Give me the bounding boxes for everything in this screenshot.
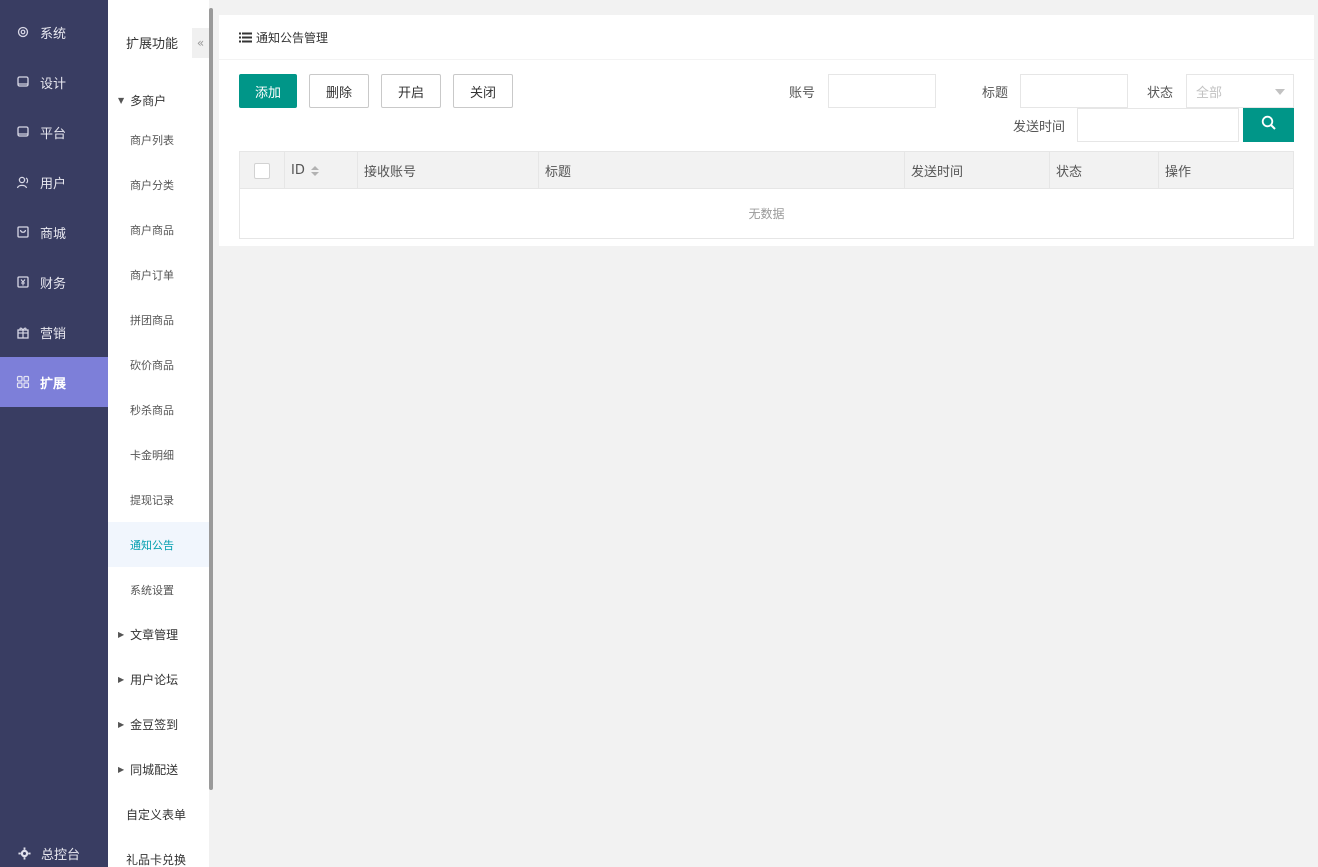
subnav-item-group-buy-goods[interactable]: 拼团商品: [108, 297, 209, 342]
table-empty-text: 无数据: [748, 207, 785, 221]
nav-item-label: 用户: [40, 176, 67, 192]
page-title: 通知公告管理: [256, 30, 329, 45]
title-label: 标题: [982, 86, 1009, 101]
subnav-group-delivery[interactable]: ▶ 同城配送: [108, 747, 209, 792]
nav-item-marketing[interactable]: 营销: [0, 307, 108, 357]
column-header-account: 接收账号: [358, 152, 539, 189]
sub-sidebar: 扩展功能 « ▼ 多商户 商户列表 商户分类 商户商品 商户订单 拼团商品 砍价…: [108, 0, 209, 867]
shop-icon: [16, 225, 30, 239]
subnav-group-merchant[interactable]: ▼ 多商户: [108, 84, 209, 117]
status-select-value: 全部: [1196, 85, 1223, 101]
nav-item-platform[interactable]: 平台: [0, 107, 108, 157]
subnav-item-withdraw-records[interactable]: 提现记录: [108, 477, 209, 522]
cog-icon: [18, 846, 31, 860]
title-input[interactable]: [1020, 74, 1128, 108]
column-header-status: 状态: [1050, 152, 1159, 189]
nav-item-label: 商城: [40, 226, 67, 242]
search-icon: [1261, 115, 1277, 135]
sidebar-scrollbar[interactable]: [209, 8, 213, 790]
caret-right-icon: ▶: [118, 675, 125, 684]
subnav-group-label: 多商户: [130, 94, 167, 108]
dashboard-label: 总控台: [41, 847, 81, 863]
select-all-cell: [240, 152, 285, 189]
column-header-actions: 操作: [1165, 165, 1192, 180]
nav-item-label: 平台: [40, 126, 67, 142]
sort-icon[interactable]: [310, 165, 319, 176]
subnav-group-forum[interactable]: ▶ 用户论坛: [108, 657, 209, 702]
subnav-group-checkin[interactable]: ▶ 金豆签到: [108, 702, 209, 747]
subnav-item-merchant-goods[interactable]: 商户商品: [108, 207, 209, 252]
subnav-item-card-details[interactable]: 卡金明细: [108, 432, 209, 477]
column-header-send-time: 发送时间: [905, 152, 1050, 189]
subnav-item-gift-card[interactable]: 礼品卡兑换: [108, 837, 209, 867]
nav-item-label: 设计: [40, 76, 67, 92]
list-icon: [239, 32, 252, 43]
top-strip: [213, 0, 1318, 8]
nav-item-extension[interactable]: 扩展: [0, 357, 108, 407]
send-time-label: 发送时间: [1013, 120, 1066, 135]
finance-icon: [16, 275, 30, 289]
nav-item-label: 营销: [40, 326, 67, 342]
table-header: ID 接收账号 标题 发送时间 状态 操作: [240, 152, 1293, 189]
notice-table: ID 接收账号 标题 发送时间 状态 操作 无数据: [239, 151, 1294, 239]
nav-item-shop[interactable]: 商城: [0, 207, 108, 257]
enable-button[interactable]: 开启: [381, 74, 441, 108]
nav-item-label: 系统: [40, 26, 67, 42]
caret-right-icon: ▶: [118, 630, 125, 639]
nav-item-finance[interactable]: 财务: [0, 257, 108, 307]
column-header-title: 标题: [539, 152, 905, 189]
caret-right-icon: ▶: [118, 765, 125, 774]
monitor-icon: [16, 125, 30, 139]
subnav-item-merchant-list[interactable]: 商户列表: [108, 117, 209, 162]
disable-button[interactable]: 关闭: [453, 74, 513, 108]
nav-item-user[interactable]: 用户: [0, 157, 108, 207]
send-time-input[interactable]: [1077, 108, 1239, 142]
search-button[interactable]: [1243, 108, 1294, 142]
status-select[interactable]: 全部: [1186, 74, 1294, 108]
subnav-item-merchant-category[interactable]: 商户分类: [108, 162, 209, 207]
panel-header: 通知公告管理: [219, 15, 1314, 60]
subnav-item-settings[interactable]: 系统设置: [108, 567, 209, 612]
caret-right-icon: ▶: [118, 720, 125, 729]
nav-item-dashboard[interactable]: 总控台: [0, 839, 108, 867]
gear-icon: [16, 25, 30, 39]
status-label: 状态: [1147, 86, 1174, 101]
main-sidebar: 系统 设计 平台 用户 商城 财务 营销 扩展 总控台: [0, 0, 108, 867]
account-label: 账号: [789, 86, 816, 101]
column-header-id[interactable]: ID: [285, 152, 358, 189]
subnav-group-articles[interactable]: ▶ 文章管理: [108, 612, 209, 657]
user-icon: [16, 175, 30, 189]
nav-item-system[interactable]: 系统: [0, 7, 108, 57]
subnav-item-flash-sale-goods[interactable]: 秒杀商品: [108, 387, 209, 432]
notice-panel: 通知公告管理 添加 删除 开启 关闭 账号 标题 状态 全部 发送时间 ID 接…: [219, 15, 1314, 246]
caret-down-icon: ▼: [118, 96, 125, 105]
subnav-item-custom-form[interactable]: 自定义表单: [108, 792, 209, 837]
nav-item-design[interactable]: 设计: [0, 57, 108, 107]
delete-button[interactable]: 删除: [309, 74, 369, 108]
grid-icon: [16, 375, 30, 389]
monitor-icon: [16, 75, 30, 89]
caret-down-icon: [1275, 89, 1285, 95]
subnav-item-bargain-goods[interactable]: 砍价商品: [108, 342, 209, 387]
subnav-group-label: 用户论坛: [130, 673, 179, 687]
nav-item-label: 财务: [40, 276, 67, 292]
subnav-item-merchant-orders[interactable]: 商户订单: [108, 252, 209, 297]
subnav-item-notice[interactable]: 通知公告: [108, 522, 209, 567]
collapse-sidebar-button[interactable]: «: [192, 28, 209, 58]
select-all-checkbox[interactable]: [254, 162, 270, 179]
subnav-group-label: 金豆签到: [130, 718, 179, 732]
add-button[interactable]: 添加: [239, 74, 297, 108]
subnav-group-label: 同城配送: [130, 763, 179, 777]
subnav-group-label: 文章管理: [130, 628, 179, 642]
account-input[interactable]: [828, 74, 936, 108]
nav-item-label: 扩展: [40, 376, 67, 392]
gift-icon: [16, 325, 30, 339]
